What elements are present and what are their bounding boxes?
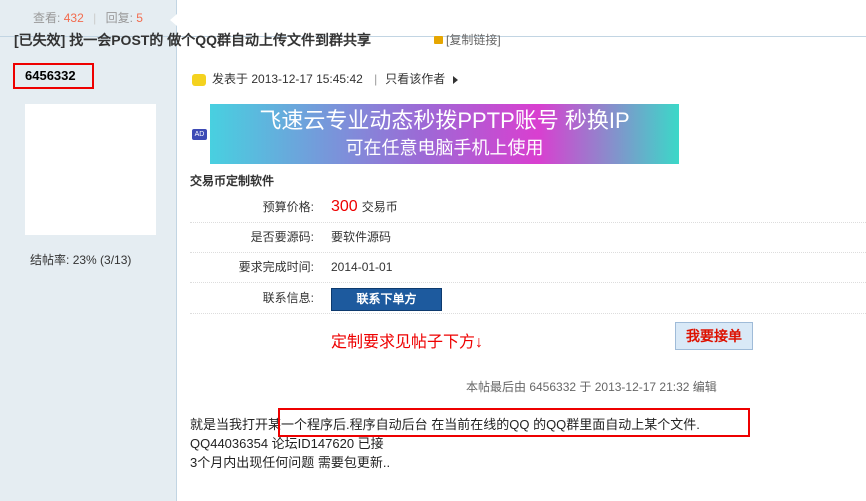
author-sidebar: 查看: 432 | 回复: 5 6456332 结帖率: 23% (3/13) — [0, 0, 177, 501]
lock-icon — [434, 36, 443, 44]
posted-on-label: 发表于 — [212, 72, 249, 86]
post-meta: 发表于 2013-12-17 15:45:42 | 只看该作者 — [192, 70, 459, 87]
replies-label: 回复: — [105, 11, 133, 25]
budget-label: 预算价格: — [262, 200, 314, 214]
ad-banner[interactable]: 飞速云专业动态秒拨PPTP账号 秒换IP 可在任意电脑手机上使用 — [210, 104, 679, 164]
views-count: 432 — [63, 11, 84, 25]
triangle-right-icon[interactable] — [453, 75, 459, 84]
ad-line1[interactable]: 飞速云专业动态秒拨PPTP账号 秒换IP — [210, 107, 679, 135]
take-order-button[interactable]: 我要接单 — [675, 322, 753, 350]
deadline-value: 2014-01-01 — [331, 260, 393, 274]
copy-link-text[interactable]: [复制链接] — [446, 33, 501, 47]
highlight-box — [278, 408, 750, 437]
budget-unit: 交易币 — [361, 200, 398, 214]
custom-note: 定制要求见帖子下方↓ — [331, 334, 484, 351]
deadline-label: 要求完成时间: — [238, 260, 314, 274]
budget-row: 预算价格: 300 交易币 — [190, 192, 866, 223]
avatar[interactable] — [25, 104, 156, 235]
replies-count: 5 — [136, 11, 143, 25]
last-edit-note: 本帖最后由 6456332 于 2013-12-17 21:32 编辑 — [466, 380, 717, 394]
body-line3: 3个月内出现任何问题 需要包更新.. — [190, 455, 391, 470]
ad-line2[interactable]: 可在任意电脑手机上使用 — [210, 135, 679, 161]
only-author-link[interactable]: 只看该作者 — [385, 72, 445, 86]
deadline-row: 要求完成时间: 2014-01-01 — [190, 252, 866, 283]
source-row: 是否要源码: 要软件源码 — [190, 222, 866, 253]
budget-value: 300 — [331, 198, 358, 215]
budget-value-wrap: 300 交易币 — [331, 192, 398, 222]
views-label: 查看: — [33, 11, 61, 25]
contact-label: 联系信息: — [262, 291, 314, 305]
posted-on-date: 2013-12-17 15:45:42 — [251, 72, 363, 86]
sidebar-notch — [170, 14, 177, 26]
user-status-icon — [192, 73, 206, 86]
copy-link[interactable]: [复制链接] — [434, 31, 501, 48]
ad-badge: AD — [192, 129, 207, 140]
close-rate: 结帖率: 23% (3/13) — [30, 251, 131, 268]
body-line1-prefix: 就是当我打开 — [190, 417, 269, 432]
author-name-text[interactable]: 6456332 — [25, 68, 76, 83]
contact-button[interactable]: 联系下单方 — [331, 288, 442, 311]
trade-section-title: 交易币定制软件 — [190, 174, 275, 188]
source-value: 要软件源码 — [331, 230, 392, 244]
contact-row: 联系信息: — [190, 283, 866, 314]
author-name[interactable]: 6456332 — [13, 63, 94, 89]
close-rate-value: 23% (3/13) — [72, 253, 132, 267]
source-label: 是否要源码: — [250, 230, 314, 244]
close-rate-label: 结帖率: — [30, 253, 70, 267]
page-title: [已失效] 找一会POST的 做个QQ群自动上传文件到群共享 — [14, 32, 371, 48]
